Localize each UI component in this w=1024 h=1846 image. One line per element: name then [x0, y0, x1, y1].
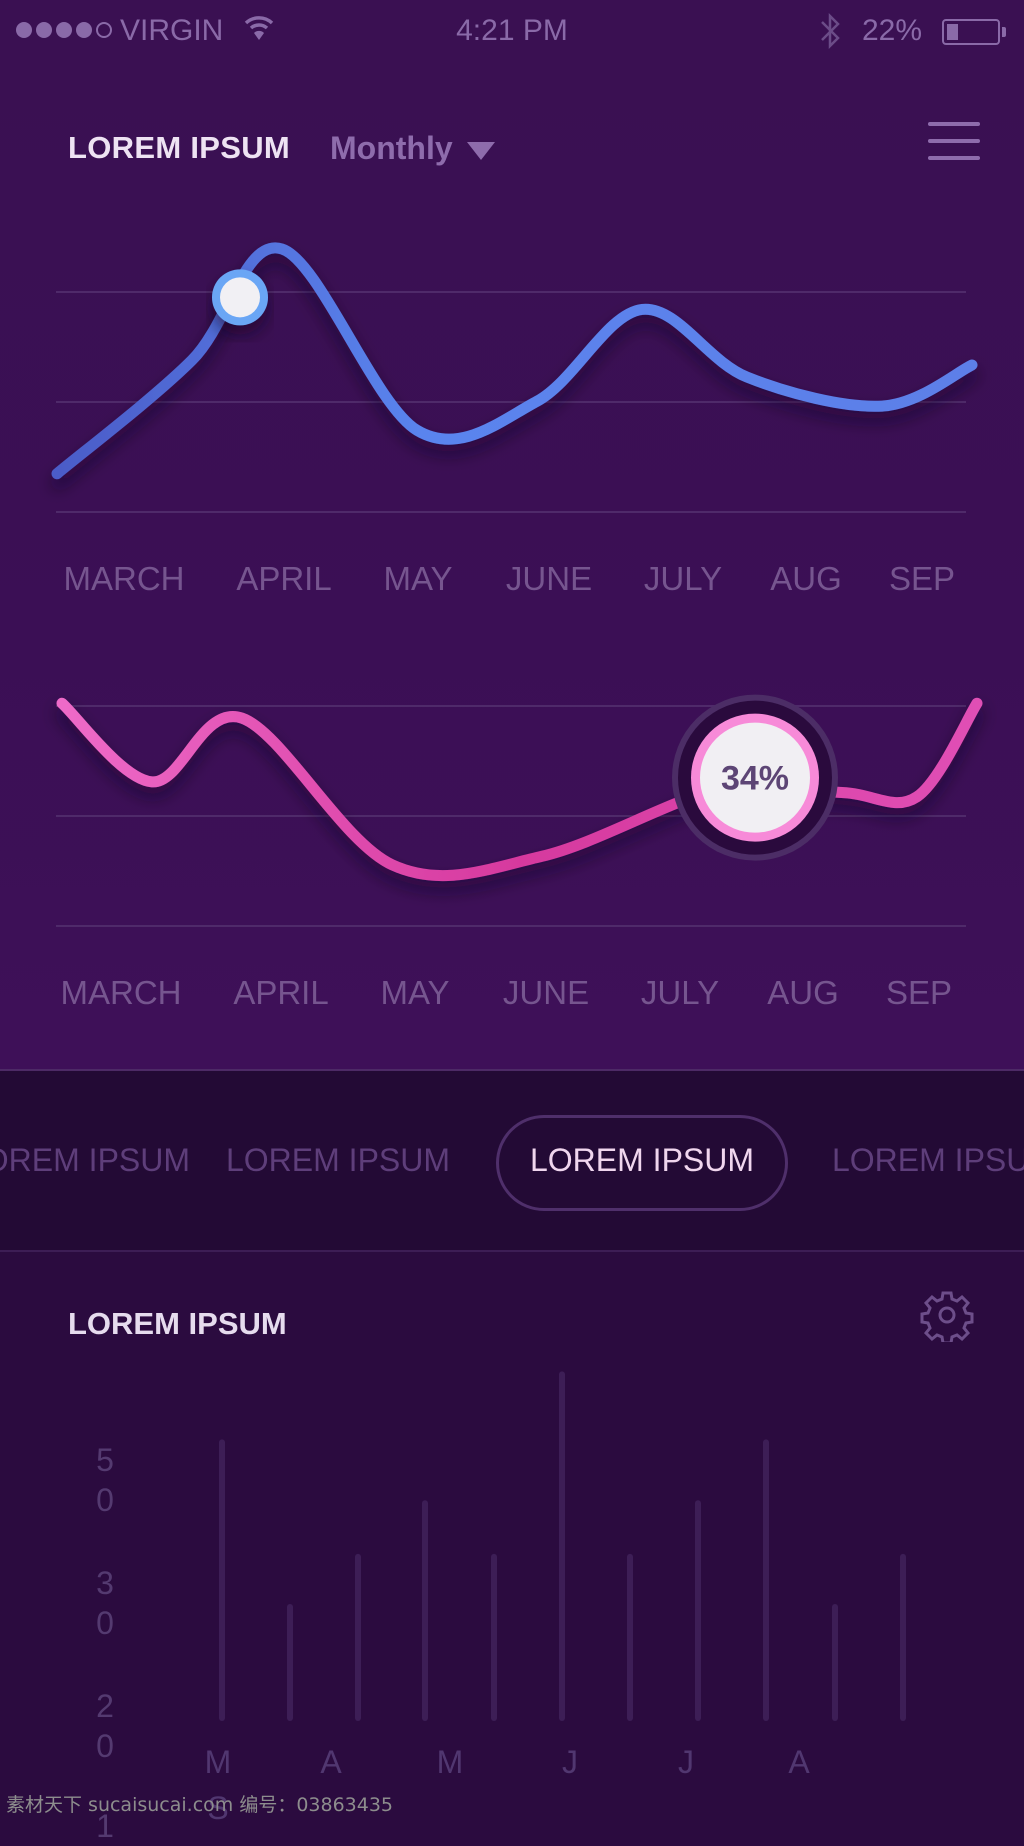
x-tick-label: MAY: [383, 560, 453, 597]
x-tick-label: SEP: [888, 560, 956, 597]
x-tick-label: JUNE: [502, 974, 590, 1011]
x-tick-label: MAY: [380, 974, 450, 1011]
x-tick-label: JULY: [643, 560, 723, 597]
tab-1[interactable]: LOREM IPSUM: [0, 1071, 190, 1250]
x-tick-label: APRIL: [233, 974, 329, 1011]
x-tick-label: M: [204, 1744, 232, 1780]
page-title: LOREM IPSUM: [68, 130, 291, 165]
x-tick-label: J: [562, 1744, 578, 1780]
bluetooth-icon: [818, 12, 842, 58]
bar-chart-title: LOREM IPSUM: [68, 1306, 287, 1341]
bar-chart: [217, 1371, 908, 1723]
x-tick-label: MARCH: [63, 560, 185, 597]
battery-level: [947, 24, 958, 40]
period-dropdown[interactable]: Monthly: [330, 130, 495, 167]
status-bar: VIRGIN 4:21 PM 22%: [0, 0, 1024, 64]
line-chart-blue: [51, 242, 978, 513]
battery-percent: 22%: [862, 14, 923, 47]
marker-center: [220, 277, 260, 318]
x-tick-label: SEP: [885, 974, 953, 1011]
x-tick-label: A: [320, 1744, 342, 1780]
line-chart-pink: 34%: [56, 694, 983, 927]
battery-tip: [1002, 27, 1006, 37]
x-tick-label: MARCH: [60, 974, 182, 1011]
tab-bar: LOREM IPSUM LOREM IPSUM LOREM IPSUM LORE…: [0, 1069, 1024, 1252]
x-tick-label: JULY: [640, 974, 720, 1011]
battery-icon: [942, 19, 1000, 45]
x-tick-label: M: [436, 1744, 464, 1780]
x-tick-label: AUG: [767, 974, 839, 1011]
series-line-pink: [56, 697, 983, 882]
tab-2[interactable]: LOREM IPSUM: [226, 1071, 450, 1250]
x-tick-label: JUNE: [505, 560, 593, 597]
x-tick-label: APRIL: [236, 560, 332, 597]
x-tick-label: A: [788, 1744, 810, 1780]
gear-icon[interactable]: [920, 1288, 974, 1345]
tab-4[interactable]: LOREM IPSUM: [832, 1071, 1024, 1250]
hamburger-menu-icon[interactable]: [924, 118, 984, 164]
watermark: 素材天下 sucaisucai.com 编号：03863435: [6, 1794, 394, 1816]
x-tick-label: J: [678, 1744, 694, 1780]
caret-down-icon: [466, 141, 495, 160]
marker-value-label: 34%: [721, 760, 789, 798]
series-line-blue: [51, 242, 978, 480]
period-value: Monthly: [330, 130, 453, 166]
tab-3-active[interactable]: LOREM IPSUM: [530, 1071, 754, 1250]
x-tick-label: AUG: [770, 560, 842, 597]
